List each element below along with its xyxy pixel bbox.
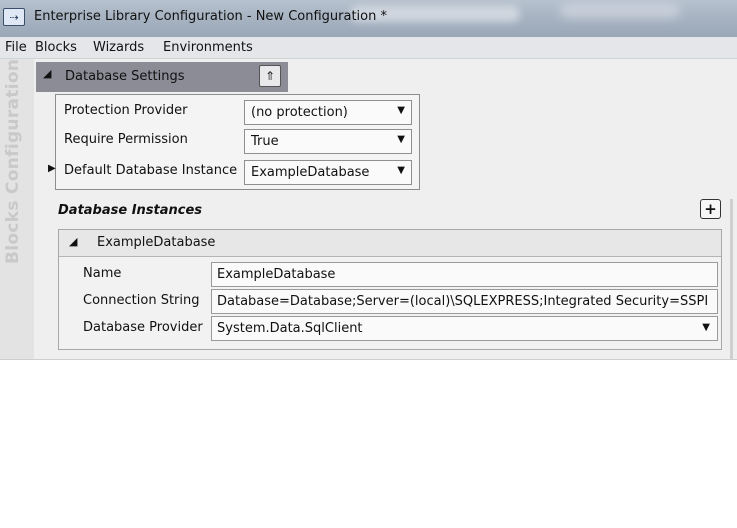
instance-name-value: ExampleDatabase	[217, 267, 336, 282]
protection-provider-select[interactable]: (no protection) ▼	[244, 100, 412, 125]
protection-provider-value: (no protection)	[251, 105, 348, 120]
instance-row-connection-string: Connection String Database=Database;Serv…	[59, 288, 721, 315]
instance-name-label: Name	[83, 266, 122, 281]
plus-icon: +	[704, 199, 717, 218]
require-permission-value: True	[251, 134, 279, 149]
window-title: Enterprise Library Configuration - New C…	[34, 9, 387, 24]
require-permission-label: Require Permission	[64, 132, 188, 147]
connection-string-field[interactable]: Database=Database;Server=(local)\SQLEXPR…	[211, 289, 718, 314]
menu-environments[interactable]: Environments	[163, 40, 253, 55]
default-database-instance-value: ExampleDatabase	[251, 165, 370, 180]
menu-wizards[interactable]: Wizards	[93, 40, 144, 55]
database-instance-header[interactable]: ◢ ExampleDatabase	[59, 230, 721, 257]
protection-provider-label: Protection Provider	[64, 103, 188, 118]
divider	[0, 359, 737, 360]
database-settings-panel: Protection Provider (no protection) ▼ Re…	[48, 94, 421, 190]
property-row-require-permission: Require Permission True ▼	[56, 126, 421, 155]
database-provider-label: Database Provider	[83, 320, 203, 335]
database-provider-select[interactable]: System.Data.SqlClient ▼	[211, 316, 718, 341]
menu-blocks[interactable]: Blocks	[35, 40, 77, 55]
dropdown-arrow-icon[interactable]: ▼	[702, 322, 710, 333]
expand-triangle-icon[interactable]: ◢	[43, 67, 51, 80]
database-instance-panel: ◢ ExampleDatabase Name ExampleDatabase C…	[58, 229, 722, 350]
connection-string-label: Connection String	[83, 293, 200, 308]
default-database-instance-label: Default Database Instance	[64, 163, 238, 178]
collapse-button[interactable]: ⇑	[259, 65, 281, 87]
menu-bar: File Blocks Wizards Environments	[0, 37, 737, 59]
app-window: ⇢ Enterprise Library Configuration - New…	[0, 0, 737, 360]
expand-triangle-icon[interactable]: ◢	[69, 235, 77, 248]
database-provider-value: System.Data.SqlClient	[217, 321, 363, 336]
title-bar[interactable]: ⇢ Enterprise Library Configuration - New…	[0, 0, 737, 37]
connection-string-value: Database=Database;Server=(local)\SQLEXPR…	[217, 294, 709, 309]
blocks-configuration-label: Blocks Configuration	[3, 58, 23, 264]
dropdown-arrow-icon[interactable]: ▼	[397, 165, 405, 176]
blocks-configuration-sidebar[interactable]: Blocks Configuration	[0, 59, 34, 360]
database-settings-title: Database Settings	[65, 69, 185, 84]
property-row-default-database-instance: ▶ Default Database Instance ExampleDatab…	[48, 157, 421, 186]
require-permission-select[interactable]: True ▼	[244, 129, 412, 154]
dropdown-arrow-icon[interactable]: ▼	[397, 134, 405, 145]
database-instances-title: Database Instances	[58, 203, 203, 218]
selected-row-arrow-icon: ▶	[48, 163, 56, 174]
instance-row-name: Name ExampleDatabase	[59, 261, 721, 288]
app-icon[interactable]: ⇢	[3, 8, 25, 26]
double-chevron-up-icon: ⇑	[264, 69, 276, 83]
configuration-content: Blocks Configuration ◢ Database Settings…	[0, 59, 737, 360]
instance-name-field[interactable]: ExampleDatabase	[211, 262, 718, 287]
vertical-scrollbar[interactable]	[730, 199, 733, 360]
instance-row-database-provider: Database Provider System.Data.SqlClient …	[59, 315, 721, 342]
database-instance-title: ExampleDatabase	[97, 235, 216, 250]
dropdown-arrow-icon[interactable]: ▼	[397, 105, 405, 116]
default-database-instance-select[interactable]: ExampleDatabase ▼	[244, 160, 412, 185]
add-database-instance-button[interactable]: +	[700, 199, 721, 219]
database-settings-header[interactable]: ◢ Database Settings ⇑	[36, 62, 288, 92]
menu-file[interactable]: File	[5, 40, 27, 55]
property-row-protection-provider: Protection Provider (no protection) ▼	[56, 97, 421, 126]
